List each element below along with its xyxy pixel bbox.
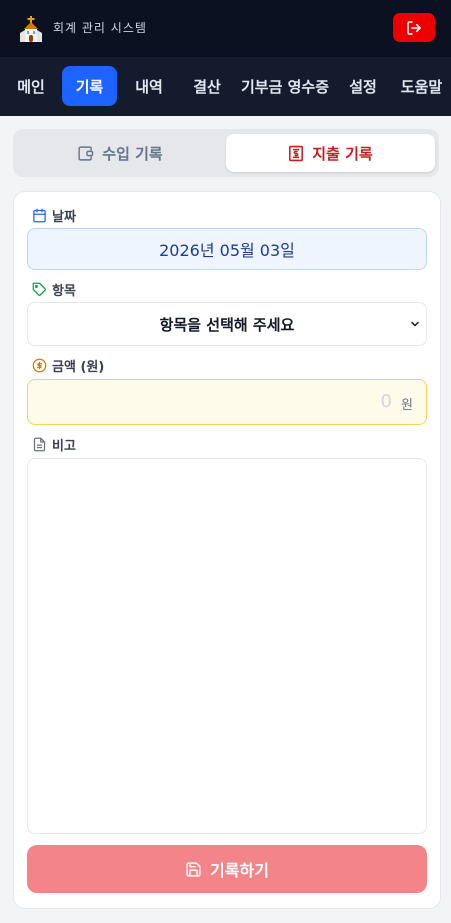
category-select-value: 항목을 선택해 주세요 xyxy=(159,315,295,334)
record-form-card: 날짜 2026년 05월 03일 항목 항목을 선택해 주세요 금액 (원) 0… xyxy=(13,191,441,909)
amount-label: 금액 (원) xyxy=(52,360,105,375)
calendar-icon xyxy=(33,208,46,223)
memo-textarea[interactable] xyxy=(27,458,427,834)
amount-label-row: 금액 (원) xyxy=(32,356,104,375)
expense-record-tab[interactable]: 지출 기록 xyxy=(226,134,435,172)
category-label-row: 항목 xyxy=(32,280,76,299)
save-record-button[interactable]: 기록하기 xyxy=(27,845,427,893)
nav-tab-history[interactable]: 내역 xyxy=(125,66,173,106)
logout-button[interactable] xyxy=(393,13,435,42)
category-select[interactable]: 항목을 선택해 주세요 xyxy=(27,302,427,346)
expense-record-label: 지출 기록 xyxy=(312,144,373,163)
tag-icon xyxy=(32,282,46,296)
nav-tab-main[interactable]: 메인 xyxy=(8,66,54,106)
logout-icon xyxy=(407,20,421,35)
save-record-label: 기록하기 xyxy=(210,861,269,880)
app-title: 회계 관리 시스템 xyxy=(53,21,147,35)
memo-label-row: 비고 xyxy=(32,435,76,454)
record-type-toggle: 수입 기록 지출 기록 xyxy=(13,129,439,177)
date-input[interactable]: 2026년 05월 03일 xyxy=(27,228,427,270)
receipt-icon xyxy=(289,145,304,161)
category-label: 항목 xyxy=(52,284,76,299)
memo-label: 비고 xyxy=(52,439,76,454)
chevron-down-icon xyxy=(411,321,419,327)
nav-tab-donation-receipt[interactable]: 기부금 영수증 xyxy=(238,66,332,106)
nav-tab-help[interactable]: 도움말 xyxy=(394,66,449,106)
date-label-row: 날짜 xyxy=(32,206,76,225)
nav-tab-record[interactable]: 기록 xyxy=(62,66,117,106)
amount-value: 0 xyxy=(380,391,392,412)
income-record-tab[interactable]: 수입 기록 xyxy=(17,134,223,172)
church-icon xyxy=(20,16,42,42)
amount-unit: 원 xyxy=(401,398,413,413)
coin-icon xyxy=(32,358,47,373)
document-icon xyxy=(33,437,46,452)
wallet-icon xyxy=(78,145,94,161)
save-icon xyxy=(186,861,201,877)
nav-tab-settlement[interactable]: 결산 xyxy=(183,66,231,106)
top-header: 회계 관리 시스템 xyxy=(0,0,451,57)
amount-input[interactable]: 0 원 xyxy=(27,379,427,425)
income-record-label: 수입 기록 xyxy=(102,144,163,163)
nav-tab-settings[interactable]: 설정 xyxy=(340,66,386,106)
date-label: 날짜 xyxy=(52,210,76,225)
main-nav: 메인 기록 내역 결산 기부금 영수증 설정 도움말 xyxy=(0,57,451,116)
